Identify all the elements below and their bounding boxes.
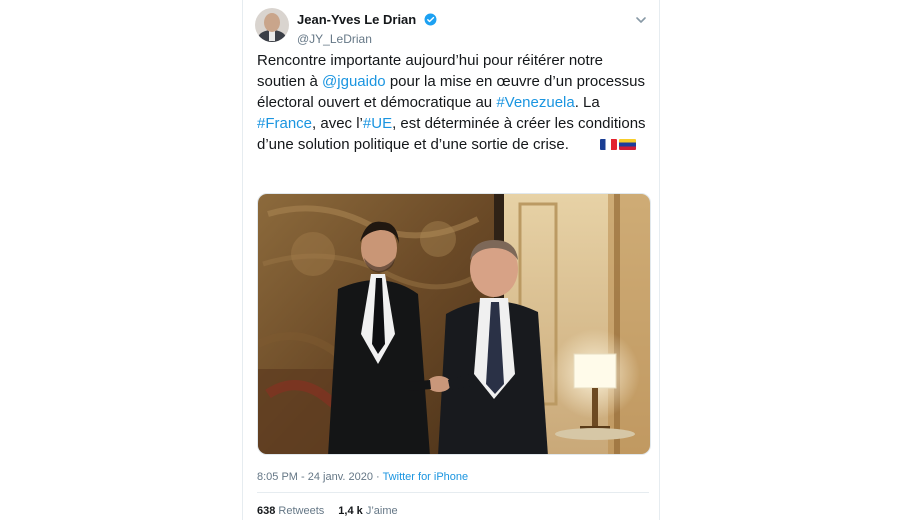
- tweet-text: Rencontre importante aujourd’hui pour ré…: [257, 50, 649, 155]
- author-names[interactable]: Jean-Yves Le Drian @JY_LeDrian: [297, 11, 437, 46]
- tweet-stats: 638 Retweets 1,4 k J’aime: [257, 505, 398, 517]
- tweet-card: Jean-Yves Le Drian @JY_LeDrian Rencontre…: [242, 0, 660, 520]
- avatar[interactable]: [255, 8, 289, 42]
- mention-link[interactable]: @jguaido: [322, 73, 386, 90]
- tweet-source-link[interactable]: Twitter for iPhone: [383, 471, 469, 483]
- tweet-photo[interactable]: [257, 193, 651, 455]
- retweets-count: 638: [257, 505, 276, 517]
- author-handle[interactable]: @JY_LeDrian: [297, 32, 437, 46]
- retweets-stat[interactable]: 638 Retweets: [257, 505, 324, 517]
- flag-france-icon: [600, 139, 618, 150]
- divider: [257, 492, 649, 493]
- tweet-text-part: . La: [574, 94, 600, 111]
- chevron-down-icon[interactable]: [633, 12, 649, 28]
- display-name[interactable]: Jean-Yves Le Drian: [297, 12, 416, 27]
- hashtag-ue-link[interactable]: #UE: [363, 115, 392, 132]
- flag-venezuela-icon: [619, 139, 637, 150]
- tweet-header: Jean-Yves Le Drian @JY_LeDrian: [255, 8, 649, 48]
- photo-image: [258, 194, 650, 454]
- likes-stat[interactable]: 1,4 k J’aime: [338, 505, 397, 517]
- hashtag-france-link[interactable]: #France: [257, 115, 312, 132]
- retweets-label: Retweets: [278, 505, 325, 517]
- verified-badge-icon: [424, 13, 437, 26]
- likes-label: J’aime: [365, 505, 398, 517]
- likes-count: 1,4 k: [338, 505, 363, 517]
- meta-separator: ·: [372, 471, 383, 483]
- tweet-timestamp[interactable]: 8:05 PM - 24 janv. 2020: [257, 471, 373, 483]
- tweet-meta: 8:05 PM - 24 janv. 2020 · Twitter for iP…: [257, 471, 468, 483]
- hashtag-venezuela-link[interactable]: #Venezuela: [496, 94, 574, 111]
- tweet-text-part: , avec l’: [312, 115, 363, 132]
